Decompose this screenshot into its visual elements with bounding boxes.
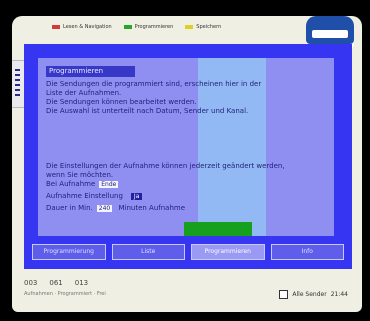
setting-label: Dauer in Min. bbox=[46, 204, 93, 212]
tab-programmierung[interactable]: Programmierung bbox=[32, 244, 106, 260]
status-bar: 003 061 013 Aufnahmen · Programmiert · F… bbox=[24, 276, 352, 302]
legend-label: Programmieren bbox=[134, 24, 174, 30]
tab-info[interactable]: Info bbox=[270, 244, 344, 260]
setting-value-3[interactable]: 240 bbox=[96, 204, 113, 212]
tab-liste[interactable]: Liste bbox=[111, 244, 185, 260]
setting-label: Bei Aufnahme bbox=[46, 180, 96, 188]
color-legend: Lesen & Navigation Programmieren Speiche… bbox=[52, 20, 292, 34]
green-key-icon bbox=[123, 25, 132, 29]
counter-value: 003 bbox=[24, 279, 38, 287]
red-key-icon bbox=[52, 25, 60, 29]
setting-row-1: Bei Aufnahme Ende bbox=[46, 180, 119, 189]
clock: 21:44 bbox=[330, 291, 348, 298]
setting-row-3: Dauer in Min. 240 Minuten Aufnahme bbox=[46, 204, 185, 213]
legend-item-red: Lesen & Navigation bbox=[52, 24, 112, 30]
green-progress-bar bbox=[184, 222, 252, 236]
info-panel: Programmieren Die Sendungen die programm… bbox=[38, 58, 334, 236]
yellow-key-icon bbox=[185, 25, 194, 29]
panel-title: Programmieren bbox=[46, 66, 135, 77]
status-right: Alle Sender 21:44 bbox=[279, 290, 348, 299]
counter-value: 061 bbox=[49, 279, 63, 287]
side-tab-icon bbox=[15, 69, 20, 97]
legend-item-green: Programmieren bbox=[123, 24, 174, 30]
panel-text-line: Die Einstellungen der Aufnahme können je… bbox=[46, 162, 285, 170]
panel-text-line: Die Sendungen können bearbeitet werden. bbox=[46, 98, 197, 106]
setting-suffix: Minuten Aufnahme bbox=[118, 204, 186, 212]
setting-value-2[interactable]: Ja bbox=[130, 192, 143, 200]
logo-mark-icon bbox=[312, 30, 348, 38]
setting-row-2: Aufnahme Einstellung Ja bbox=[46, 192, 143, 201]
setting-label: Aufnahme Einstellung bbox=[46, 192, 123, 200]
tab-bar: Programmierung Liste Programmieren Info bbox=[32, 244, 344, 260]
tab-programmieren[interactable]: Programmieren bbox=[191, 244, 265, 260]
all-channels-checkbox[interactable] bbox=[279, 290, 289, 299]
status-subtext: Aufnahmen · Programmiert · Frei bbox=[24, 291, 106, 297]
panel-text-line: Die Auswahl ist unterteilt nach Datum, S… bbox=[46, 107, 249, 115]
counters: 003 061 013 bbox=[24, 279, 88, 287]
legend-item-yellow: Speichern bbox=[185, 24, 221, 30]
panel-text-line: wenn Sie möchten. bbox=[46, 171, 114, 179]
counter-value: 013 bbox=[74, 279, 89, 287]
setting-value-1[interactable]: Ende bbox=[99, 180, 119, 188]
panel-text-line: Liste der Aufnahmen. bbox=[46, 89, 122, 97]
legend-label: Speichern bbox=[196, 24, 222, 30]
panel-text-line: Die Sendungen die programmiert sind, ers… bbox=[46, 80, 262, 88]
main-area: Programmieren Die Sendungen die programm… bbox=[24, 44, 352, 269]
status-right-label: Alle Sender bbox=[292, 291, 327, 298]
legend-label: Lesen & Navigation bbox=[63, 24, 112, 30]
tv-screen: Lesen & Navigation Programmieren Speiche… bbox=[0, 0, 370, 321]
